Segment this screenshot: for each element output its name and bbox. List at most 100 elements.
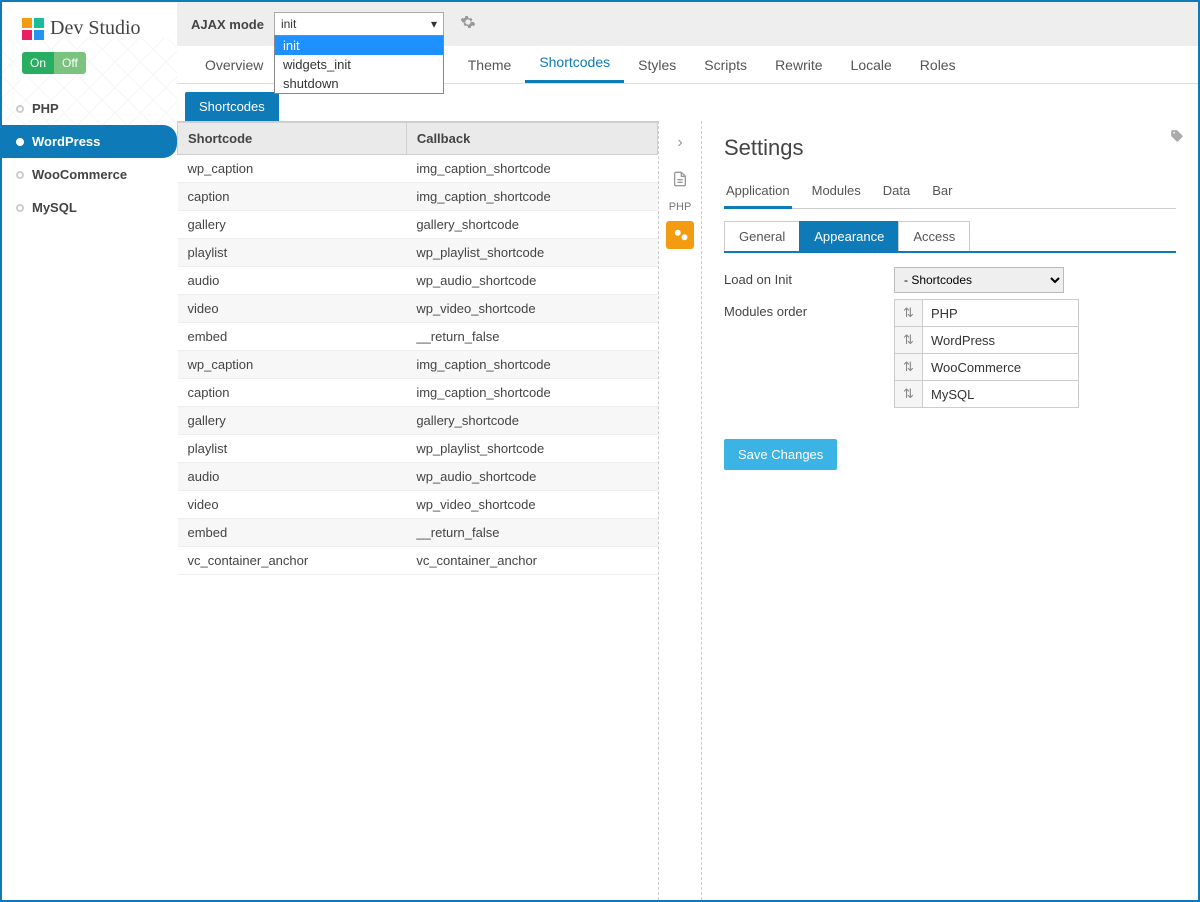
mid-rail: › PHP (658, 121, 702, 900)
tab-locale[interactable]: Locale (837, 47, 906, 83)
settings-subtab-general[interactable]: General (724, 221, 800, 251)
ajax-mode-dropdown[interactable]: initwidgets_initshutdown (274, 35, 444, 94)
tag-icon[interactable] (1170, 129, 1184, 146)
cell-callback: wp_audio_shortcode (406, 267, 657, 295)
cell-shortcode: wp_caption (178, 155, 407, 183)
table-row[interactable]: embed__return_false (178, 323, 658, 351)
load-on-init-label: Load on Init (724, 267, 894, 293)
ajax-mode-value: init (281, 17, 296, 31)
document-icon[interactable] (666, 165, 694, 193)
cell-shortcode: caption (178, 183, 407, 211)
load-on-init-select[interactable]: - Shortcodes (894, 267, 1064, 293)
cell-callback: img_caption_shortcode (406, 183, 657, 211)
settings-subtab-appearance[interactable]: Appearance (799, 221, 899, 251)
module-order-item[interactable]: ⇅PHP (894, 299, 1079, 327)
th-shortcode[interactable]: Shortcode (178, 123, 407, 155)
settings-panel: Settings ApplicationModulesDataBar Gener… (702, 121, 1198, 900)
bullet-icon (16, 105, 24, 113)
settings-subtab-access[interactable]: Access (898, 221, 970, 251)
cell-callback: __return_false (406, 519, 657, 547)
cell-callback: img_caption_shortcode (406, 351, 657, 379)
main: AJAX mode init ▾ initwidgets_initshutdow… (177, 2, 1198, 900)
cell-shortcode: video (178, 491, 407, 519)
table-row[interactable]: wp_captionimg_caption_shortcode (178, 351, 658, 379)
cell-callback: gallery_shortcode (406, 407, 657, 435)
subtab-shortcodes[interactable]: Shortcodes (185, 92, 279, 121)
sidebar-item-label: PHP (32, 101, 59, 116)
module-name: WooCommerce (923, 360, 1029, 375)
chevron-right-icon[interactable]: › (666, 129, 694, 157)
table-row[interactable]: audiowp_audio_shortcode (178, 267, 658, 295)
tab-overview[interactable]: Overview (191, 47, 277, 83)
table-row[interactable]: embed__return_false (178, 519, 658, 547)
cell-shortcode: gallery (178, 211, 407, 239)
module-order-item[interactable]: ⇅WordPress (894, 326, 1079, 354)
table-row[interactable]: captionimg_caption_shortcode (178, 183, 658, 211)
dropdown-option[interactable]: shutdown (275, 74, 443, 93)
tab-roles[interactable]: Roles (906, 47, 970, 83)
settings-tab-bar[interactable]: Bar (930, 177, 954, 208)
table-row[interactable]: videowp_video_shortcode (178, 491, 658, 519)
settings-tab-modules[interactable]: Modules (810, 177, 863, 208)
sidebar-item-woocommerce[interactable]: WooCommerce (2, 158, 177, 191)
cell-callback: img_caption_shortcode (406, 379, 657, 407)
chevron-down-icon: ▾ (431, 17, 437, 31)
brand-name: Dev Studio (50, 17, 141, 40)
tab-scripts[interactable]: Scripts (690, 47, 761, 83)
sidebar-item-php[interactable]: PHP (2, 92, 177, 125)
header-bar: AJAX mode init ▾ initwidgets_initshutdow… (177, 2, 1198, 46)
cell-shortcode: vc_container_anchor (178, 547, 407, 575)
table-row[interactable]: playlistwp_playlist_shortcode (178, 239, 658, 267)
sidebar: Dev Studio On Off PHP WordPressWooCommerc… (2, 2, 177, 900)
on-label[interactable]: On (22, 52, 54, 74)
cell-callback: wp_playlist_shortcode (406, 239, 657, 267)
cell-shortcode: caption (178, 379, 407, 407)
onoff-toggle[interactable]: On Off (22, 52, 177, 74)
shortcodes-table: Shortcode Callback wp_captionimg_caption… (177, 122, 658, 575)
drag-handle-icon[interactable]: ⇅ (895, 300, 923, 326)
off-label[interactable]: Off (54, 52, 86, 74)
tab-shortcodes[interactable]: Shortcodes (525, 44, 624, 83)
sidebar-item-mysql[interactable]: MySQL (2, 191, 177, 224)
logo: Dev Studio (2, 2, 177, 48)
module-name: WordPress (923, 333, 1003, 348)
table-row[interactable]: wp_captionimg_caption_shortcode (178, 155, 658, 183)
cell-callback: gallery_shortcode (406, 211, 657, 239)
dropdown-option[interactable]: init (275, 36, 443, 55)
table-row[interactable]: audiowp_audio_shortcode (178, 463, 658, 491)
bullet-icon (16, 138, 24, 146)
table-row[interactable]: gallerygallery_shortcode (178, 407, 658, 435)
drag-handle-icon[interactable]: ⇅ (895, 381, 923, 407)
module-name: MySQL (923, 387, 982, 402)
gears-icon[interactable] (666, 221, 694, 249)
shortcodes-panel: Shortcode Callback wp_captionimg_caption… (177, 121, 658, 900)
drag-handle-icon[interactable]: ⇅ (895, 327, 923, 353)
table-row[interactable]: playlistwp_playlist_shortcode (178, 435, 658, 463)
cell-callback: __return_false (406, 323, 657, 351)
sidebar-item-wordpress[interactable]: WordPress (2, 125, 177, 158)
module-order-item[interactable]: ⇅WooCommerce (894, 353, 1079, 381)
module-order-item[interactable]: ⇅MySQL (894, 380, 1079, 408)
tab-styles[interactable]: Styles (624, 47, 690, 83)
dropdown-option[interactable]: widgets_init (275, 55, 443, 74)
gear-icon[interactable] (454, 14, 482, 35)
save-button[interactable]: Save Changes (724, 439, 837, 470)
settings-tab-data[interactable]: Data (881, 177, 912, 208)
tab-rewrite[interactable]: Rewrite (761, 47, 836, 83)
ajax-mode-select[interactable]: init ▾ (274, 12, 444, 36)
sidebar-item-label: MySQL (32, 200, 77, 215)
cell-shortcode: playlist (178, 239, 407, 267)
settings-tab-application[interactable]: Application (724, 177, 792, 209)
drag-handle-icon[interactable]: ⇅ (895, 354, 923, 380)
table-row[interactable]: vc_container_anchorvc_container_anchor (178, 547, 658, 575)
module-name: PHP (923, 306, 966, 321)
tab-theme[interactable]: Theme (454, 47, 526, 83)
cell-shortcode: embed (178, 519, 407, 547)
table-row[interactable]: captionimg_caption_shortcode (178, 379, 658, 407)
table-row[interactable]: videowp_video_shortcode (178, 295, 658, 323)
cell-callback: vc_container_anchor (406, 547, 657, 575)
settings-tabs-secondary: GeneralAppearanceAccess (724, 221, 1176, 253)
table-row[interactable]: gallerygallery_shortcode (178, 211, 658, 239)
cell-callback: wp_audio_shortcode (406, 463, 657, 491)
th-callback[interactable]: Callback (406, 123, 657, 155)
